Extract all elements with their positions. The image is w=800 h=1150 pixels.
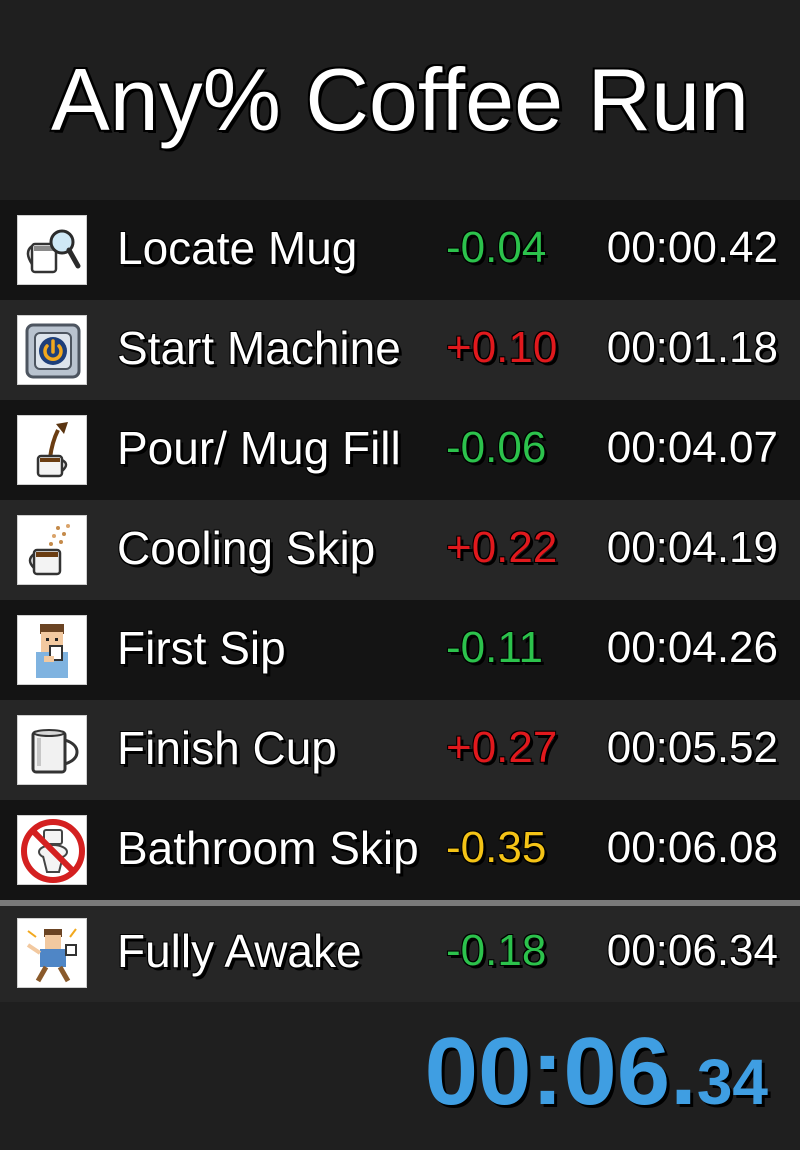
empty-cup-icon bbox=[17, 715, 87, 785]
split-row-start-machine: Start Machine +0.10 00:01.18 bbox=[0, 300, 800, 400]
split-time: 00:04.07 bbox=[606, 423, 778, 472]
split-time: 00:01.18 bbox=[606, 323, 778, 372]
split-row-first-sip: First Sip -0.11 00:04.26 bbox=[0, 600, 800, 700]
timer-main: 00:06. bbox=[424, 1018, 697, 1125]
split-row-cooling-skip: Cooling Skip +0.22 00:04.19 bbox=[0, 500, 800, 600]
timer-fraction: 34 bbox=[696, 1046, 768, 1118]
split-row-locate-mug: Locate Mug -0.04 00:00.42 bbox=[0, 200, 800, 300]
split-row-bathroom-skip: Bathroom Skip -0.35 00:06.08 bbox=[0, 800, 800, 900]
splits-list: Locate Mug -0.04 00:00.42 Start Machine … bbox=[0, 200, 800, 1002]
no-toilet-icon bbox=[17, 815, 87, 885]
split-row-fully-awake: Fully Awake -0.18 00:06.34 bbox=[0, 900, 800, 1002]
split-delta: +0.22 bbox=[446, 523, 558, 572]
split-time: 00:06.08 bbox=[606, 823, 778, 872]
split-name: Finish Cup bbox=[117, 722, 337, 774]
split-delta: -0.18 bbox=[446, 926, 547, 975]
energized-person-icon bbox=[17, 918, 87, 988]
split-name: Pour/ Mug Fill bbox=[117, 422, 401, 474]
run-title: Any% Coffee Run bbox=[51, 50, 749, 149]
split-delta: -0.35 bbox=[446, 823, 547, 872]
split-delta: -0.06 bbox=[446, 423, 547, 472]
split-name: Bathroom Skip bbox=[117, 822, 419, 874]
person-sipping-icon bbox=[17, 615, 87, 685]
split-name: Start Machine bbox=[117, 322, 401, 374]
split-row-finish-cup: Finish Cup +0.27 00:05.52 bbox=[0, 700, 800, 800]
mug-search-icon bbox=[17, 215, 87, 285]
split-delta: -0.04 bbox=[446, 223, 547, 272]
split-row-pour-mug-fill: Pour/ Mug Fill -0.06 00:04.07 bbox=[0, 400, 800, 500]
split-time: 00:04.19 bbox=[606, 523, 778, 572]
split-name: First Sip bbox=[117, 622, 286, 674]
power-button-icon bbox=[17, 315, 87, 385]
split-time: 00:06.34 bbox=[606, 926, 778, 975]
pouring-coffee-icon bbox=[17, 415, 87, 485]
split-name: Fully Awake bbox=[117, 925, 362, 977]
split-name: Cooling Skip bbox=[117, 522, 376, 574]
split-delta: -0.11 bbox=[446, 623, 544, 672]
split-time: 00:05.52 bbox=[606, 723, 778, 772]
split-time: 00:00.42 bbox=[606, 223, 778, 272]
split-delta: +0.27 bbox=[446, 723, 558, 772]
main-timer: 00:06.34 bbox=[425, 1022, 768, 1122]
split-name: Locate Mug bbox=[117, 222, 358, 274]
steaming-mug-icon bbox=[17, 515, 87, 585]
split-time: 00:04.26 bbox=[606, 623, 778, 672]
split-delta: +0.10 bbox=[446, 323, 558, 372]
